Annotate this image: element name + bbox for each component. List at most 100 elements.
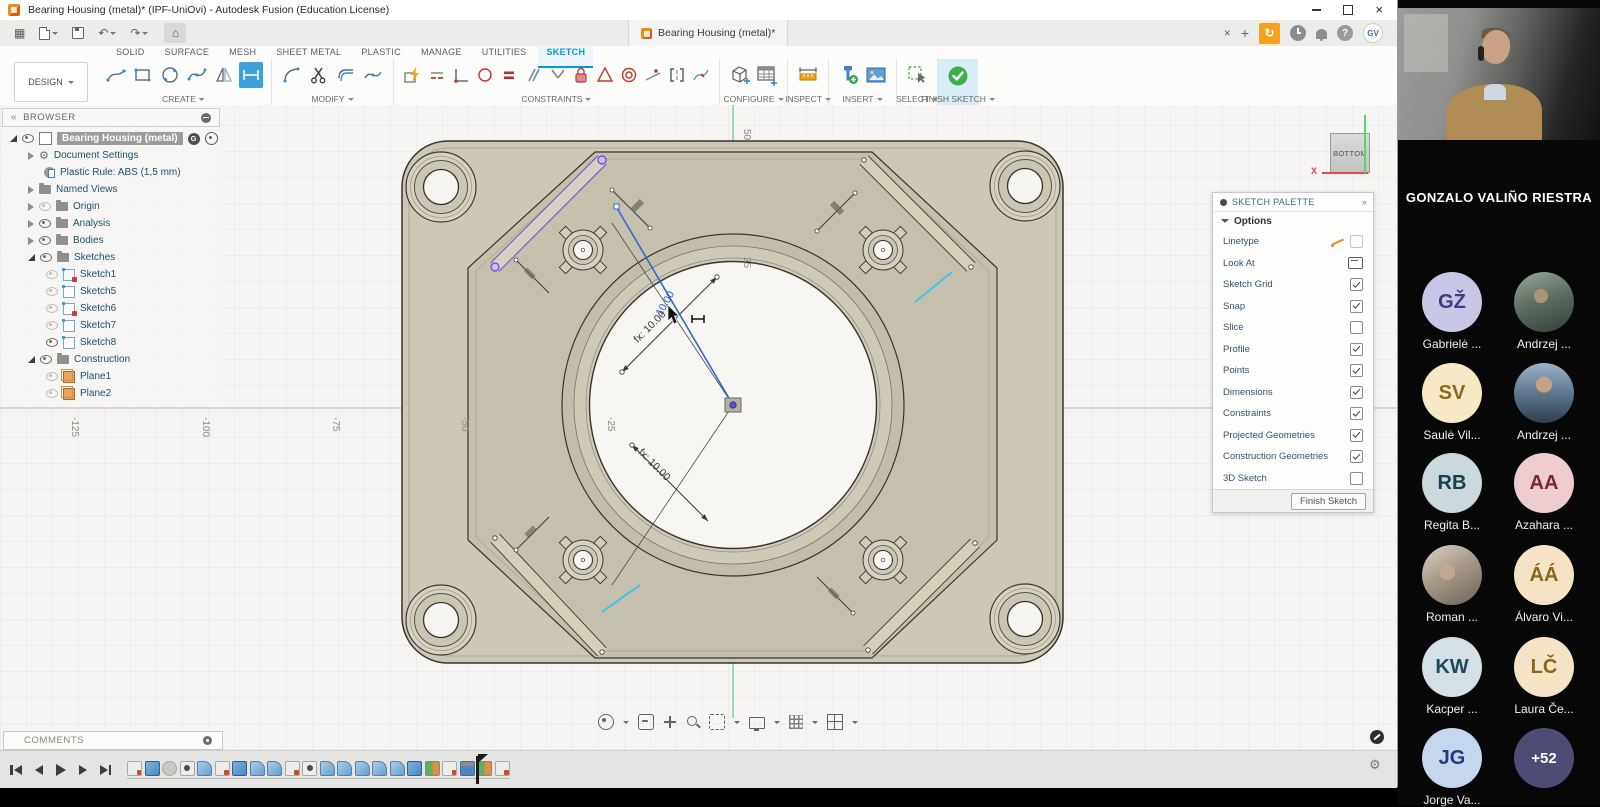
eye-icon[interactable]: [39, 219, 51, 228]
skip-to-end-button[interactable]: [100, 765, 112, 775]
comments-expand-icon[interactable]: [203, 736, 212, 745]
insert-group-label[interactable]: INSERT: [842, 94, 882, 104]
tree-item[interactable]: Construction: [2, 351, 220, 368]
chevron-down-icon[interactable]: [623, 721, 629, 727]
measure-icon[interactable]: [796, 62, 820, 88]
projected-geometries-checkbox[interactable]: [1350, 429, 1363, 442]
expand-icon[interactable]: [28, 237, 34, 245]
tree-item[interactable]: Bodies: [2, 232, 220, 249]
constraints-checkbox[interactable]: [1350, 407, 1363, 420]
sketch-line-tool[interactable]: [104, 62, 128, 88]
minimize-button[interactable]: [1312, 9, 1321, 11]
tangent-constraint-icon[interactable]: [642, 62, 663, 88]
orbit-icon[interactable]: [598, 714, 614, 730]
offset-tool[interactable]: [334, 62, 358, 88]
eye-icon[interactable]: [39, 202, 51, 211]
viewports-icon[interactable]: [827, 714, 843, 730]
help-icon[interactable]: ?: [1337, 25, 1353, 41]
expand-icon[interactable]: [28, 186, 34, 194]
expand-icon[interactable]: [28, 152, 34, 160]
snap-checkbox[interactable]: [1350, 300, 1363, 313]
home-icon[interactable]: ⌂: [164, 23, 186, 43]
play-button[interactable]: [56, 764, 66, 776]
feature-sketch-icon[interactable]: [215, 761, 230, 776]
modify-spline-tool[interactable]: [361, 62, 385, 88]
feature-fillet-icon[interactable]: [390, 761, 405, 776]
tab-surface[interactable]: SURFACE: [157, 46, 218, 57]
modify-group-label[interactable]: MODIFY: [311, 94, 353, 104]
dimensions-checkbox[interactable]: [1350, 386, 1363, 399]
look-at-icon[interactable]: [638, 714, 654, 730]
configure-icon[interactable]: [728, 62, 752, 88]
3d-sketch-checkbox[interactable]: [1350, 472, 1363, 485]
chevron-down-icon[interactable]: [734, 721, 740, 727]
redo-button[interactable]: ↷: [130, 26, 148, 40]
file-menu-button[interactable]: [39, 27, 58, 40]
participant-tile[interactable]: ÁÁ Álvaro Vi...: [1501, 545, 1587, 624]
step-back-button[interactable]: [35, 765, 43, 775]
feature-fillet-icon[interactable]: [320, 761, 335, 776]
slice-checkbox[interactable]: [1350, 321, 1363, 334]
participant-tile[interactable]: SV Saulė Vil...: [1409, 363, 1495, 442]
sketch-spline-tool[interactable]: [185, 62, 209, 88]
tree-item[interactable]: Plane2: [2, 385, 220, 402]
eye-icon[interactable]: [46, 287, 58, 296]
close-button[interactable]: ×: [1375, 5, 1383, 15]
eye-icon[interactable]: [39, 236, 51, 245]
feature-pattern-icon[interactable]: [425, 761, 440, 776]
feedback-icon[interactable]: [1370, 730, 1384, 744]
tree-item[interactable]: Sketch7: [2, 317, 220, 334]
feature-fillet-icon[interactable]: [355, 761, 370, 776]
tab-sheet-metal[interactable]: SHEET METAL: [268, 46, 349, 57]
tab-mesh[interactable]: MESH: [221, 46, 264, 57]
sketch-dimension-tool[interactable]: [239, 62, 263, 88]
sketch-rectangle-tool[interactable]: [131, 62, 155, 88]
select-icon[interactable]: [905, 62, 929, 88]
fillet-tool[interactable]: [280, 62, 304, 88]
design-workspace-dropdown[interactable]: DESIGN: [14, 62, 88, 102]
job-status-icon[interactable]: ↻: [1259, 23, 1280, 44]
perpendicular-constraint-icon[interactable]: [546, 62, 567, 88]
fit-icon[interactable]: [709, 714, 725, 730]
sketch-mirror-tool[interactable]: [212, 62, 236, 88]
activate-icon[interactable]: [205, 132, 218, 145]
inspect-group-label[interactable]: INSPECT: [785, 94, 831, 104]
participant-tile[interactable]: RB Regita B...: [1409, 453, 1495, 532]
feature-sketch-icon[interactable]: [127, 761, 142, 776]
eye-icon[interactable]: [46, 372, 58, 381]
configuration-table-icon[interactable]: [755, 62, 779, 88]
finish-sketch-label[interactable]: FINISH SKETCH: [921, 94, 995, 104]
feature-hole-icon[interactable]: [180, 761, 195, 776]
eye-icon[interactable]: [46, 321, 58, 330]
tree-item[interactable]: Sketch8: [2, 334, 220, 351]
feature-extrude-icon[interactable]: [145, 761, 160, 776]
expand-icon[interactable]: [28, 254, 35, 261]
root-label[interactable]: Bearing Housing (metal): [57, 132, 183, 145]
chevron-down-icon[interactable]: [812, 721, 818, 727]
curvature-constraint-icon[interactable]: [690, 62, 711, 88]
tree-item[interactable]: ⚙Document Settings: [2, 147, 220, 164]
tab-plastic[interactable]: PLASTIC: [353, 46, 409, 57]
normal-linetype-icon[interactable]: [1350, 235, 1363, 248]
look-at-icon[interactable]: [1348, 257, 1363, 269]
grid-settings-icon[interactable]: [789, 715, 803, 729]
history-icon[interactable]: [1290, 25, 1306, 41]
finish-sketch-icon[interactable]: [946, 63, 970, 89]
chevron-down-icon[interactable]: [852, 721, 858, 727]
expand-icon[interactable]: [28, 203, 34, 211]
tree-item[interactable]: Sketch6: [2, 300, 220, 317]
insert-fastener-icon[interactable]: [837, 62, 861, 88]
new-tab-icon[interactable]: +: [1241, 25, 1249, 41]
trim-tool[interactable]: [307, 62, 331, 88]
viewport-canvas[interactable]: fx: 10.00 fx: 10.00 10.00: [0, 105, 1397, 750]
auto-constrain-icon[interactable]: [402, 62, 423, 88]
tree-root[interactable]: Bearing Housing (metal)G: [2, 130, 220, 147]
tree-item[interactable]: Named Views: [2, 181, 220, 198]
pan-icon[interactable]: [663, 715, 677, 729]
browser-minus-icon[interactable]: [201, 113, 211, 123]
app-grid-icon[interactable]: ▦: [14, 26, 25, 40]
colinear-constraint-icon[interactable]: [426, 62, 447, 88]
tree-item[interactable]: Sketches: [2, 249, 220, 266]
participant-tile[interactable]: Andrzej ...: [1501, 363, 1587, 442]
undo-button[interactable]: ↶: [98, 26, 116, 40]
